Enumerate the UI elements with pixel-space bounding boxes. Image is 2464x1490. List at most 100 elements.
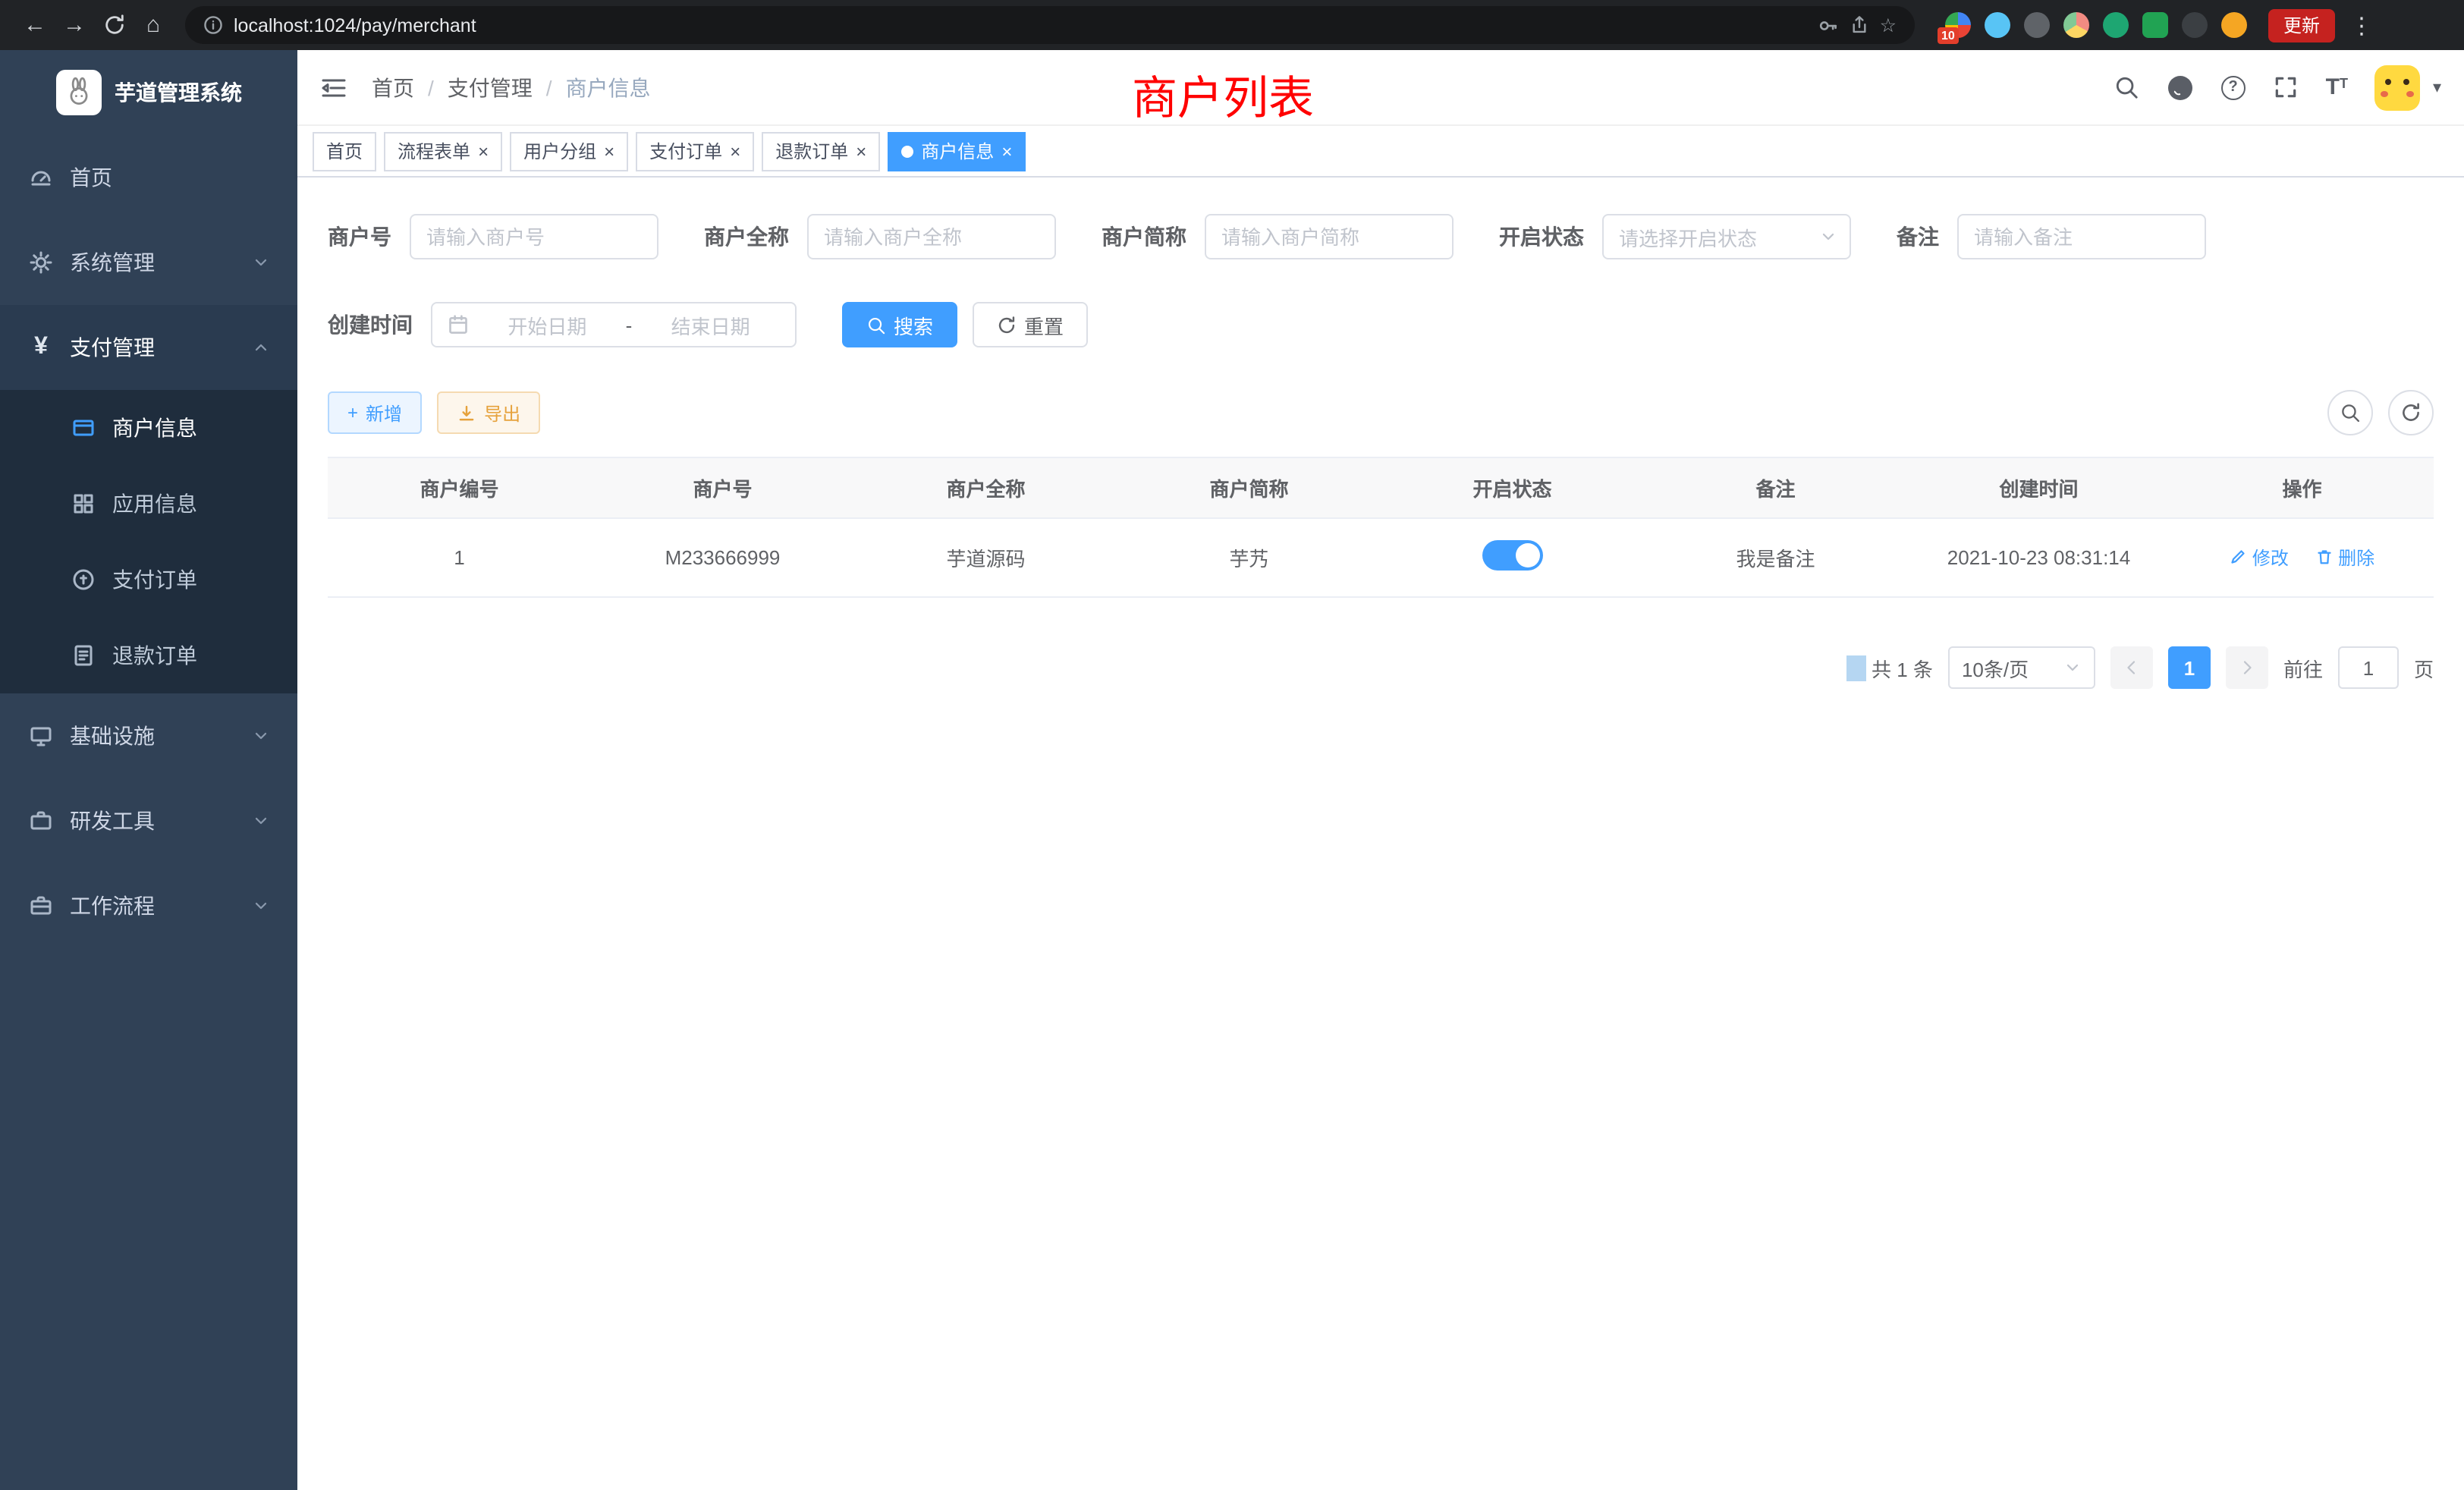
- password-key-icon[interactable]: [1818, 14, 1839, 36]
- tab-refund-order[interactable]: 退款订单 ×: [762, 131, 880, 171]
- sidebar-item-system[interactable]: 系统管理: [0, 220, 297, 305]
- browser-forward-icon[interactable]: →: [55, 5, 94, 45]
- close-icon[interactable]: ×: [1001, 142, 1012, 160]
- export-button[interactable]: 导出: [437, 391, 540, 434]
- extension-pinwheel-icon[interactable]: 10: [1945, 12, 1971, 38]
- sidebar-item-label: 系统管理: [70, 247, 237, 278]
- toggle-search-button[interactable]: [2327, 390, 2373, 435]
- close-icon[interactable]: ×: [730, 142, 740, 160]
- merchant-no-input[interactable]: [410, 214, 658, 259]
- goto-prefix: 前往: [2283, 653, 2323, 682]
- chevron-down-icon: [252, 253, 270, 272]
- url-bar[interactable]: localhost:1024/pay/merchant ☆: [185, 6, 1915, 44]
- help-icon[interactable]: ?: [2221, 75, 2246, 99]
- extension-sheet-icon[interactable]: [2142, 12, 2168, 38]
- tab-label: 首页: [326, 138, 363, 164]
- next-page-button[interactable]: [2226, 646, 2268, 689]
- col-remark: 备注: [1644, 457, 1907, 518]
- active-tab-dot: [901, 145, 913, 157]
- browser-home-icon[interactable]: ⌂: [134, 5, 173, 45]
- extension-gray-icon[interactable]: [2024, 12, 2050, 38]
- remark-input[interactable]: [1957, 214, 2206, 259]
- bookmark-star-icon[interactable]: ☆: [1880, 14, 1897, 36]
- browser-reload-icon[interactable]: [94, 5, 134, 45]
- user-avatar[interactable]: [2375, 64, 2421, 110]
- add-button[interactable]: + 新增: [328, 391, 422, 434]
- short-name-input[interactable]: [1205, 214, 1454, 259]
- browser-menu-icon[interactable]: ⋮: [2350, 11, 2373, 39]
- breadcrumb-payment[interactable]: 支付管理: [448, 72, 533, 102]
- table-header-row: 商户编号 商户号 商户全称 商户简称 开启状态 备注 创建时间 操作: [328, 457, 2434, 518]
- page-1-button[interactable]: 1: [2168, 646, 2211, 689]
- chevron-down-icon: [252, 727, 270, 745]
- sidebar-subitem-pay-order[interactable]: 支付订单: [0, 542, 297, 618]
- sidebar-subitem-merchant-info[interactable]: 商户信息: [0, 390, 297, 466]
- sidebar-subitem-refund-order[interactable]: 退款订单: [0, 618, 297, 693]
- end-date-placeholder: 结束日期: [641, 310, 780, 339]
- sidebar-item-label: 支付订单: [112, 564, 270, 595]
- col-status: 开启状态: [1381, 457, 1644, 518]
- menu-fold-icon[interactable]: [320, 74, 347, 101]
- tab-home[interactable]: 首页: [313, 131, 376, 171]
- close-icon[interactable]: ×: [604, 142, 614, 160]
- col-merchant-no: 商户号: [591, 457, 854, 518]
- breadcrumb-home[interactable]: 首页: [372, 72, 414, 102]
- toolbox-icon: [27, 809, 55, 833]
- avatar-caret-icon[interactable]: ▾: [2433, 77, 2441, 97]
- sidebar-item-payment[interactable]: ¥ 支付管理: [0, 305, 297, 390]
- font-size-icon[interactable]: TT: [2326, 74, 2348, 100]
- filter-row-2: 创建时间 开始日期 - 结束日期 搜索: [328, 302, 2434, 347]
- refresh-button[interactable]: [2388, 390, 2434, 435]
- search-button[interactable]: 搜索: [842, 302, 957, 347]
- browser-update-button[interactable]: 更新: [2268, 8, 2335, 42]
- app-logo[interactable]: 芋道管理系统: [0, 50, 297, 135]
- sidebar-item-devtools[interactable]: 研发工具: [0, 778, 297, 863]
- sidebar-item-home[interactable]: 首页: [0, 135, 297, 220]
- tab-label: 支付订单: [649, 138, 722, 164]
- close-icon[interactable]: ×: [478, 142, 489, 160]
- yen-icon: ¥: [27, 335, 55, 360]
- page-info-icon[interactable]: [203, 15, 223, 35]
- plus-icon: +: [347, 402, 358, 423]
- sidebar-submenu-payment: 商户信息 应用信息 支付订单: [0, 390, 297, 693]
- tab-process-form[interactable]: 流程表单 ×: [384, 131, 502, 171]
- extension-green-check-icon[interactable]: [2103, 12, 2129, 38]
- extension-emoji-icon[interactable]: [2221, 12, 2247, 38]
- reset-button[interactable]: 重置: [973, 302, 1088, 347]
- sidebar-subitem-app-info[interactable]: 应用信息: [0, 466, 297, 542]
- delete-link[interactable]: 删除: [2315, 545, 2374, 571]
- status-toggle[interactable]: [1482, 540, 1543, 571]
- tab-merchant-info[interactable]: 商户信息 ×: [888, 131, 1026, 171]
- extension-icons: 10: [1945, 12, 2247, 38]
- goto-page-input[interactable]: [2338, 646, 2399, 689]
- close-icon[interactable]: ×: [856, 142, 866, 160]
- start-date-placeholder: 开始日期: [478, 310, 617, 339]
- edit-link[interactable]: 修改: [2230, 545, 2289, 571]
- sidebar-item-label: 支付管理: [70, 332, 237, 363]
- merchant-name-input[interactable]: [807, 214, 1056, 259]
- fullscreen-icon[interactable]: [2273, 74, 2299, 100]
- date-range-picker[interactable]: 开始日期 - 结束日期: [431, 302, 797, 347]
- chevron-down-icon: [2063, 659, 2082, 677]
- cell-status: [1381, 518, 1644, 597]
- merchant-card-icon: [70, 416, 97, 440]
- browser-back-icon[interactable]: ←: [15, 5, 55, 45]
- extension-drop-icon[interactable]: [1985, 12, 2010, 38]
- filter-row-1: 商户号 商户全称 商户简称 开启状态 请选择开启状态: [328, 214, 2434, 259]
- sidebar-item-infrastructure[interactable]: 基础设施: [0, 693, 297, 778]
- tab-user-group[interactable]: 用户分组 ×: [510, 131, 628, 171]
- screen: ← → ⌂ localhost:1024/pay/merchant ☆ 10: [0, 0, 2464, 1490]
- tab-pay-order[interactable]: 支付订单 ×: [636, 131, 754, 171]
- tab-label: 商户信息: [921, 138, 994, 164]
- page-size-select[interactable]: 10条/页: [1948, 646, 2095, 689]
- refund-doc-icon: [70, 643, 97, 668]
- cell-actions: 修改 删除: [2170, 518, 2434, 597]
- extension-dark-icon[interactable]: [2182, 12, 2208, 38]
- status-select[interactable]: 请选择开启状态: [1602, 214, 1851, 259]
- sidebar-item-workflow[interactable]: 工作流程: [0, 863, 297, 948]
- extension-color-icon[interactable]: [2063, 12, 2089, 38]
- prev-page-button[interactable]: [2110, 646, 2153, 689]
- search-icon[interactable]: [2114, 74, 2139, 100]
- share-icon[interactable]: [1850, 15, 1869, 35]
- github-icon[interactable]: [2167, 74, 2194, 101]
